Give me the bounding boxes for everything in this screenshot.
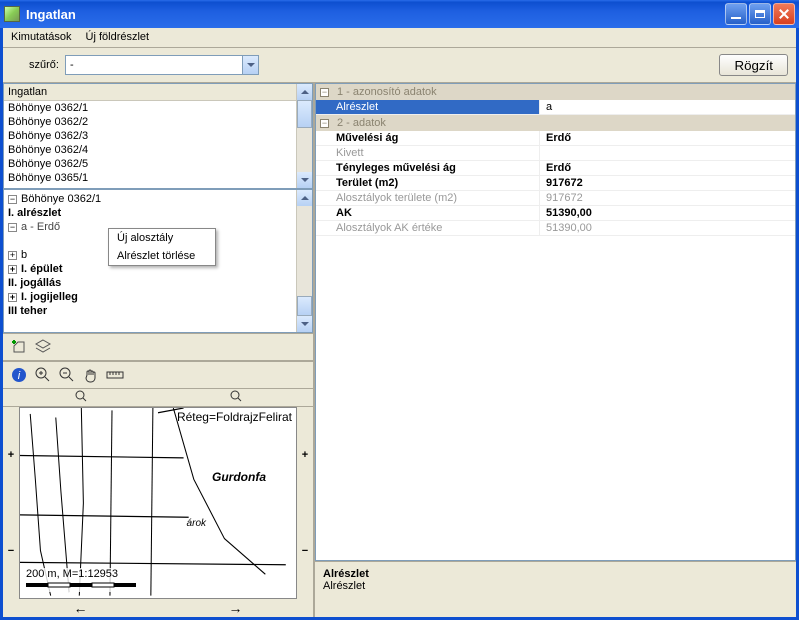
list-item[interactable]: Böhönye 0365/1 — [4, 171, 296, 185]
pan-down-button[interactable]: − — [302, 545, 308, 557]
zoom-out-icon[interactable] — [57, 365, 77, 385]
expand-icon[interactable]: + — [8, 251, 17, 260]
map-layer-label: Réteg=FoldrajzFelirat — [177, 410, 292, 424]
parcel-tree: −Böhönye 0362/1 I. alrészlet −a - Erdő +… — [3, 189, 313, 333]
collapse-icon[interactable]: − — [8, 195, 17, 204]
property-row[interactable]: Alosztályok AK értéke51390,00 — [316, 221, 795, 236]
scroll-thumb[interactable] — [297, 296, 312, 316]
tree-node-jogallas[interactable]: II. jogállás — [8, 277, 61, 289]
list-item[interactable]: Böhönye 0362/3 — [4, 129, 296, 143]
expand-icon[interactable]: + — [8, 265, 17, 274]
save-button[interactable]: Rögzít — [719, 54, 788, 76]
scroll-down-icon[interactable] — [297, 316, 312, 332]
info-icon[interactable]: i — [9, 365, 29, 385]
filter-label: szűrő: — [11, 59, 59, 71]
pan-left-button[interactable]: ← — [74, 600, 88, 616]
property-grid: −1 - azonosító adatok Alrészleta −2 - ad… — [315, 83, 796, 561]
parcel-list: Ingatlan Böhönye 0362/1 Böhönye 0362/2 B… — [3, 83, 313, 189]
add-shape-icon[interactable] — [9, 337, 29, 357]
property-row[interactable]: Alosztályok területe (m2)917672 — [316, 191, 795, 206]
collapse-icon[interactable]: − — [8, 223, 17, 232]
pan-up-button[interactable]: + — [8, 449, 14, 461]
tree-node-jogijelleg[interactable]: I. jogijelleg — [21, 291, 78, 303]
map-canvas[interactable]: Réteg=FoldrajzFelirat Gurdonfa árok 200 … — [19, 407, 297, 599]
menu-item-alreszlet-torlese[interactable]: Alrészlet törlése — [109, 247, 215, 265]
tree-node-a[interactable]: a - Erdő — [21, 221, 60, 233]
list-item[interactable]: Böhönye 0362/2 — [4, 115, 296, 129]
list-header[interactable]: Ingatlan — [4, 84, 296, 101]
edit-toolbar — [3, 333, 313, 361]
tree-node-b[interactable]: b — [21, 249, 27, 261]
property-row[interactable]: Alrészleta — [316, 100, 795, 115]
list-item[interactable]: Böhönye 0362/4 — [4, 143, 296, 157]
chevron-down-icon[interactable] — [242, 56, 258, 74]
pan-hand-icon[interactable] — [81, 365, 101, 385]
menu-kimutatasok[interactable]: Kimutatások — [11, 31, 72, 43]
property-row[interactable]: Kivett — [316, 146, 795, 161]
app-icon — [4, 6, 20, 22]
scroll-thumb[interactable] — [297, 100, 312, 128]
window-title: Ingatlan — [26, 7, 725, 22]
tree-node-teher[interactable]: III teher — [8, 305, 47, 317]
context-menu: Új alosztály Alrészlet törlése — [108, 228, 216, 266]
tree-leaf[interactable] — [8, 235, 11, 247]
pan-right-button[interactable]: → — [229, 600, 243, 616]
tree-scrollbar[interactable] — [296, 190, 312, 332]
map-panel: +− — [3, 389, 313, 617]
tree-node-alreszlet[interactable]: I. alrészlet — [8, 207, 61, 219]
expand-icon[interactable]: + — [8, 293, 17, 302]
property-description: Alrészlet Alrészlet — [315, 561, 796, 617]
map-scale: 200 m, M=1:12953 — [24, 568, 138, 592]
map-toolbar: i — [3, 361, 313, 389]
list-scrollbar[interactable] — [296, 84, 312, 188]
menu-bar: Kimutatások Új földrészlet — [3, 28, 796, 48]
property-row[interactable]: Tényleges művelési ágErdő — [316, 161, 795, 176]
pan-down-button[interactable]: − — [8, 545, 14, 557]
property-row[interactable]: AK51390,00 — [316, 206, 795, 221]
scroll-down-icon[interactable] — [297, 172, 312, 188]
menu-item-uj-alosztaly[interactable]: Új alosztály — [109, 229, 215, 247]
list-item[interactable]: Böhönye 0362/1 — [4, 101, 296, 115]
zoom-in-icon[interactable] — [33, 365, 53, 385]
pan-up-button[interactable]: + — [302, 449, 308, 461]
maximize-button[interactable] — [749, 3, 771, 25]
map-feature-label: árok — [187, 518, 206, 529]
minimize-button[interactable] — [725, 3, 747, 25]
map-place-label: Gurdonfa — [212, 470, 266, 484]
close-button[interactable] — [773, 3, 795, 25]
list-item[interactable]: Böhönye 0362/5 — [4, 157, 296, 171]
property-row[interactable]: Terület (m2)917672 — [316, 176, 795, 191]
tree-node-epulet[interactable]: I. épület — [21, 263, 63, 275]
category-row[interactable]: −1 - azonosító adatok — [316, 84, 795, 100]
zoom-in-icon[interactable] — [75, 390, 87, 405]
title-bar: Ingatlan — [0, 0, 799, 28]
layers-icon[interactable] — [33, 337, 53, 357]
menu-uj-foldreszlet[interactable]: Új földrészlet — [86, 31, 150, 43]
property-row[interactable]: Művelési ágErdő — [316, 131, 795, 146]
filter-bar: szűrő: - Rögzít — [3, 48, 796, 82]
category-row[interactable]: −2 - adatok — [316, 115, 795, 131]
scroll-up-icon[interactable] — [297, 84, 312, 100]
measure-icon[interactable] — [105, 365, 125, 385]
filter-combo[interactable]: - — [65, 55, 259, 75]
zoom-in-icon[interactable] — [230, 390, 242, 405]
scroll-up-icon[interactable] — [297, 190, 312, 206]
